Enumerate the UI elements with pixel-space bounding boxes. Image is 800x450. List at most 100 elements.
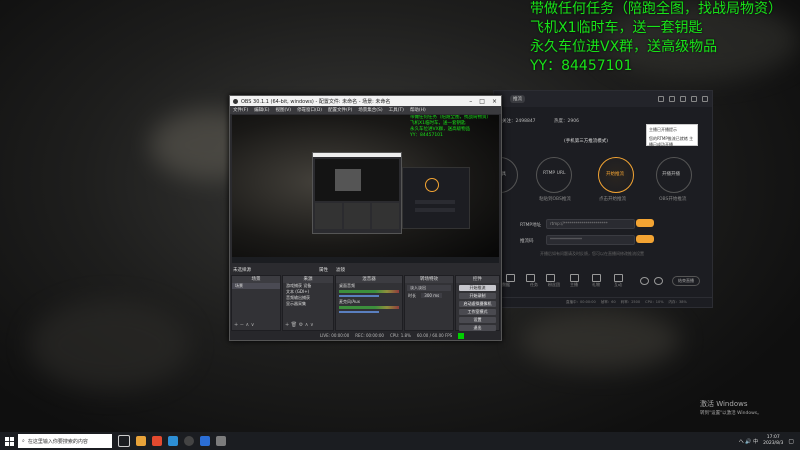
- window-ctrl-icon[interactable]: [691, 96, 697, 102]
- footer-item: 帧率：60: [600, 300, 616, 304]
- volume-slider[interactable]: [339, 311, 379, 313]
- footer-item: 直播中：00:00:00: [566, 300, 596, 304]
- streaming-app-window: 推流 关注：2498847 热度：2906 (手机第三方推流模式) 推流工具 R…: [482, 90, 713, 308]
- background-light: [30, 300, 190, 390]
- app-icon[interactable]: [152, 436, 162, 446]
- start-streaming-button[interactable]: 开始推流: [459, 285, 496, 291]
- tool-label: 礼物: [592, 282, 600, 287]
- sources-dock: 来源 游戏捕获 设备 文本 (GDI+) 音频输出捕获 显示器采集 + 🗑 ⚙ …: [282, 275, 334, 331]
- virtual-camera-button[interactable]: 启动虚拟摄像机: [459, 301, 496, 307]
- menu-help[interactable]: 帮助(H): [410, 107, 426, 113]
- properties-button[interactable]: 属性: [319, 267, 328, 273]
- rtmp-url-field[interactable]: rtmp://**********************: [546, 219, 635, 229]
- task-view-icon[interactable]: [118, 435, 130, 447]
- footer-item: 内存：38%: [668, 300, 687, 304]
- menu-file[interactable]: 文件(F): [233, 107, 248, 113]
- tool-label: 粉丝团: [548, 282, 560, 287]
- rtmp-label: RTMP地址: [520, 223, 542, 228]
- file-explorer-icon[interactable]: [136, 436, 146, 446]
- interact-icon[interactable]: [614, 274, 623, 282]
- window-ctrl-icon[interactable]: [669, 96, 675, 102]
- no-source-label: 未选择源: [233, 268, 251, 273]
- duration-label: 时长: [408, 293, 416, 298]
- tray-icons[interactable]: へ 🔊 中: [739, 438, 758, 445]
- copy-button[interactable]: [636, 219, 654, 227]
- source-toolbar: 未选择源 属性 滤镜: [230, 266, 501, 274]
- app-titlebar: 推流: [494, 91, 712, 107]
- maximize-icon[interactable]: □: [479, 98, 485, 105]
- window-ctrl-icon[interactable]: [702, 96, 708, 102]
- taskbar-search[interactable]: ⌕ 在这里输入你要搜索的内容: [18, 434, 112, 448]
- window-ctrl-icon[interactable]: [680, 96, 686, 102]
- minimize-icon[interactable]: –: [469, 98, 472, 105]
- window-ctrl-icon[interactable]: [658, 96, 664, 102]
- mixer-channel-label: 桌面音频: [339, 283, 355, 288]
- dock-title: 场景: [232, 276, 280, 283]
- app-icon[interactable]: [216, 436, 226, 446]
- filters-button[interactable]: 滤镜: [336, 267, 345, 273]
- tool-label: 任务: [530, 282, 538, 287]
- taskbar: ⌕ 在这里输入你要搜索的内容 へ 🔊 中 17:07 2023/8/3 ▢: [0, 432, 800, 450]
- app-icon[interactable]: [200, 436, 210, 446]
- settings-icon[interactable]: [654, 277, 663, 285]
- close-icon[interactable]: ×: [492, 98, 497, 105]
- source-item[interactable]: 显示器采集: [283, 301, 333, 307]
- menu-profile[interactable]: 配置文件(P): [328, 107, 352, 113]
- volume-slider[interactable]: [339, 295, 379, 297]
- step-sub: 粘贴到OBS推流: [539, 197, 571, 202]
- scene-item[interactable]: 场景: [232, 283, 280, 289]
- obs-menubar: 文件(F) 编辑(E) 视图(V) 停靠窗口(D) 配置文件(P) 场景集合(S…: [230, 106, 501, 114]
- notification-icon[interactable]: ▢: [788, 438, 794, 445]
- data-icon[interactable]: [506, 274, 515, 282]
- gift-icon[interactable]: [592, 274, 601, 282]
- search-icon: ⌕: [22, 438, 25, 444]
- more-icon[interactable]: [640, 277, 649, 285]
- mixer-channel-label: 麦克风/Aux: [339, 299, 360, 304]
- browser-icon[interactable]: [168, 436, 178, 446]
- step-label: 开始推流: [606, 172, 624, 177]
- menu-edit[interactable]: 编辑(E): [254, 107, 269, 113]
- menu-docks[interactable]: 停靠窗口(D): [297, 107, 322, 113]
- stream-overlay-text: 带做任何任务（陪跑全图，找战局物资） 飞机X1临时车，送一套钥匙 永久车位进VX…: [530, 0, 800, 76]
- dock-title: 混音器: [336, 276, 402, 283]
- menu-scene-collection[interactable]: 场景集合(S): [358, 107, 382, 113]
- app-stat: 关注：2498847: [502, 119, 536, 124]
- host-icon[interactable]: [570, 274, 579, 282]
- stream-key-field[interactable]: ****************: [546, 235, 635, 245]
- windows-start-icon[interactable]: [0, 432, 18, 450]
- menu-tools[interactable]: 工具(T): [389, 107, 404, 113]
- source-add-icon[interactable]: + 🗑 ⚙ ∧ ∨: [285, 322, 314, 328]
- obs-preview[interactable]: 带做任何任务（陪跑全图，找战局物资） 飞机X1临时车，送一套钥匙 永久车位进VX…: [232, 115, 499, 263]
- activation-watermark: 激活 Windows 转到"设置"以激活 Windows。: [700, 400, 762, 418]
- scene-add-icon[interactable]: + − ∧ ∨: [234, 322, 254, 328]
- nested-dock: [372, 203, 400, 229]
- app-tab[interactable]: 推流: [510, 95, 525, 103]
- duration-input[interactable]: 300 ms: [421, 293, 443, 298]
- rec-time: REC: 00:00:00: [355, 333, 384, 338]
- end-live-button[interactable]: 结束直播: [672, 276, 700, 286]
- fans-icon[interactable]: [546, 274, 555, 282]
- stream-key-label: 推流码: [520, 239, 534, 244]
- nested-thumb: [335, 169, 361, 191]
- volume-meter: [339, 290, 399, 293]
- start-recording-button[interactable]: 开始录制: [459, 293, 496, 299]
- footer-item: CPU：10%: [645, 300, 664, 304]
- menu-view[interactable]: 视图(V): [275, 107, 291, 113]
- app-footer: 直播中：00:00:00 帧率：60 码率：2500 CPU：10% 内存：38…: [494, 297, 712, 307]
- studio-mode-button[interactable]: 工作室模式: [459, 309, 496, 315]
- nested-docks: [315, 203, 400, 229]
- copy-button[interactable]: [636, 235, 654, 243]
- notification-popup[interactable]: 主播已开播提示 您的RTMP推流已就绪 主播已成功开播: [646, 124, 698, 147]
- preview-overlay-line: YY：84457101: [410, 133, 443, 138]
- obs-taskbar-icon[interactable]: [184, 436, 194, 446]
- step-sub: 点击开始推流: [599, 197, 626, 202]
- tool-label: 数据: [502, 282, 510, 287]
- task-icon[interactable]: [526, 274, 535, 282]
- transition-select[interactable]: 淡入淡出: [407, 285, 451, 291]
- clock[interactable]: 17:07 2023/8/3: [763, 435, 783, 447]
- mode-title: (手机第三方推流模式): [564, 139, 609, 144]
- nested-taskbar: [232, 257, 499, 263]
- duration-row: 时长 300 ms: [405, 293, 453, 299]
- preview-overlay-text: 带做任何任务（陪跑全图，找战局物资） 飞机X1临时车，送一套钥匙 永久车位进VX…: [410, 115, 491, 139]
- settings-button[interactable]: 设置: [459, 317, 496, 323]
